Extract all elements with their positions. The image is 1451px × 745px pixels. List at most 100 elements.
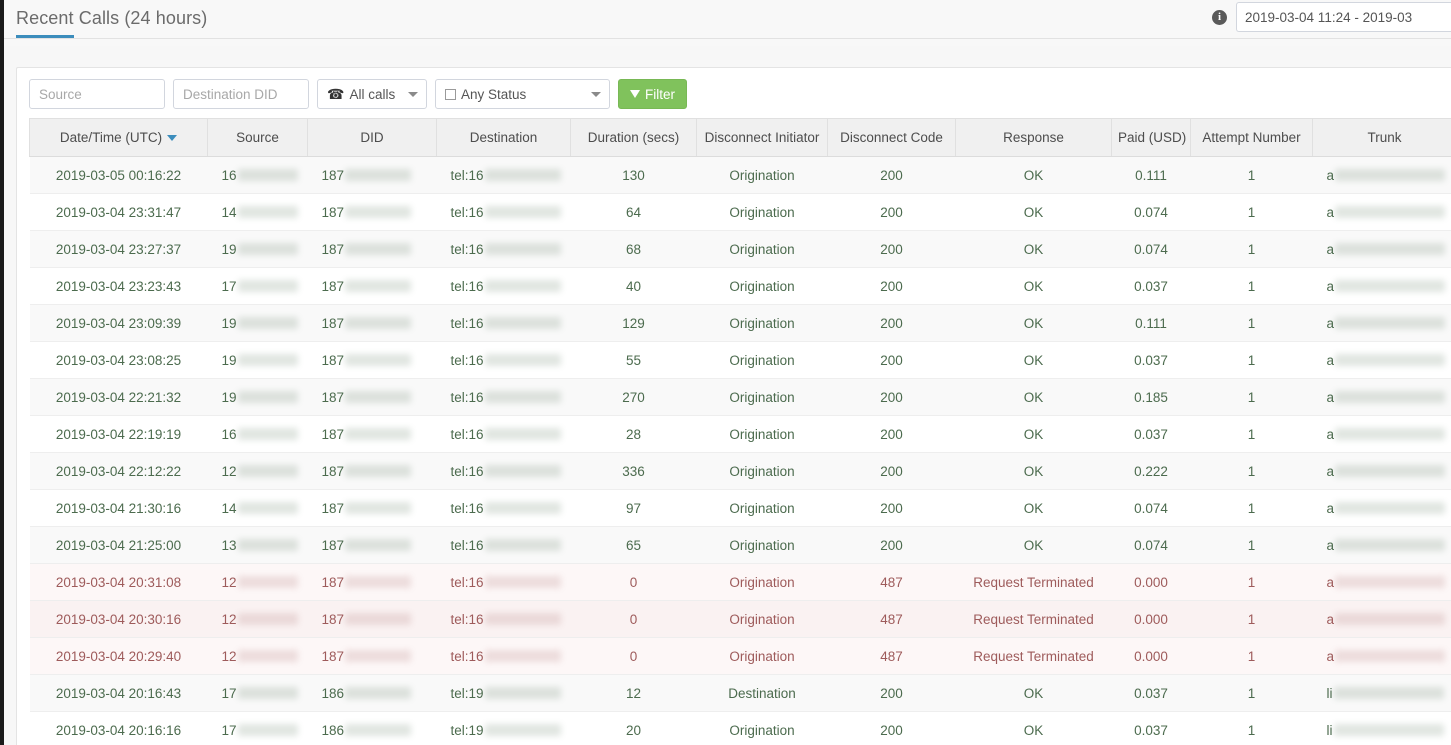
cell-destination: tel:16 (436, 341, 571, 379)
table-row[interactable]: 2019-03-04 23:08:25 19 187 tel:16 55 Originat… (29, 341, 1451, 379)
cell-trunk: li (1312, 711, 1451, 745)
table-row[interactable]: 2019-03-04 20:31:08 12 187 tel:16 0 Originati… (29, 563, 1451, 601)
cell-source: 17 (207, 674, 308, 712)
table-row[interactable]: 2019-03-04 23:09:39 19 187 tel:16 129 Origina… (29, 304, 1451, 342)
cell-destination: tel:16 (436, 637, 571, 675)
redacted-value (237, 576, 298, 588)
filter-button[interactable]: Filter (618, 79, 687, 109)
cell-response: Request Terminated (955, 600, 1112, 638)
cell-datetime: 2019-03-04 23:27:37 (29, 230, 208, 268)
cell-duration: 65 (570, 526, 697, 564)
column-header-paid[interactable]: Paid (USD) (1111, 118, 1191, 157)
info-icon[interactable]: i (1212, 9, 1227, 25)
table-row[interactable]: 2019-03-04 20:29:40 12 187 tel:16 0 Originati… (29, 637, 1451, 675)
redacted-value (484, 317, 561, 329)
cell-trunk: a (1312, 341, 1451, 379)
redacted-value (345, 465, 412, 477)
cell-disconnect-code: 200 (827, 193, 956, 231)
calls-table-scroll[interactable]: Date/Time (UTC) Source DID Destination D… (29, 118, 1451, 745)
cell-did: 187 (307, 415, 437, 453)
redacted-value (237, 206, 298, 218)
table-header: Date/Time (UTC) Source DID Destination D… (29, 118, 1451, 157)
status-checkbox[interactable] (445, 88, 456, 100)
cell-attempt-number: 1 (1190, 193, 1313, 231)
cell-response: Request Terminated (955, 563, 1112, 601)
column-header-destination[interactable]: Destination (436, 118, 571, 157)
cell-disconnect-code: 200 (827, 341, 956, 379)
call-type-select[interactable]: ☎ All calls (317, 79, 427, 109)
cell-did: 187 (307, 526, 437, 564)
cell-did: 187 (307, 637, 437, 675)
table-row[interactable]: 2019-03-04 20:30:16 12 187 tel:16 0 Originati… (29, 600, 1451, 638)
cell-paid: 0.037 (1111, 341, 1191, 379)
table-row[interactable]: 2019-03-04 23:27:37 19 187 tel:16 68 Originat… (29, 230, 1451, 268)
filter-button-label: Filter (645, 86, 675, 102)
cell-duration: 0 (570, 637, 697, 675)
cell-disconnect-initiator: Origination (696, 600, 828, 638)
destination-did-input[interactable] (173, 79, 309, 109)
redacted-value (237, 650, 298, 662)
cell-response: OK (955, 267, 1112, 305)
redacted-value (1335, 428, 1446, 440)
cell-source: 16 (207, 156, 308, 194)
cell-destination: tel:16 (436, 230, 571, 268)
cell-datetime: 2019-03-04 20:16:43 (29, 674, 208, 712)
table-row[interactable]: 2019-03-04 20:16:43 17 186 tel:19 12 Destinat… (29, 674, 1451, 712)
cell-datetime: 2019-03-04 21:30:16 (29, 489, 208, 527)
cell-datetime: 2019-03-04 22:19:19 (29, 415, 208, 453)
cell-paid: 0.074 (1111, 526, 1191, 564)
cell-duration: 68 (570, 230, 697, 268)
cell-disconnect-initiator: Origination (696, 267, 828, 305)
column-header-disconnect-initiator[interactable]: Disconnect Initiator (696, 118, 828, 157)
table-row[interactable]: 2019-03-05 00:16:22 16 187 tel:16 130 Origina… (29, 156, 1451, 194)
column-header-attempt-number[interactable]: Attempt Number (1190, 118, 1313, 157)
column-header-source[interactable]: Source (207, 118, 308, 157)
redacted-value (237, 391, 298, 403)
column-header-did[interactable]: DID (307, 118, 437, 157)
table-row[interactable]: 2019-03-04 21:25:00 13 187 tel:16 65 Originat… (29, 526, 1451, 564)
redacted-value (484, 169, 561, 181)
cell-paid: 0.111 (1111, 156, 1191, 194)
redacted-value (237, 465, 298, 477)
column-header-response[interactable]: Response (955, 118, 1112, 157)
cell-trunk: a (1312, 526, 1451, 564)
redacted-value (484, 576, 561, 588)
cell-datetime: 2019-03-04 23:23:43 (29, 267, 208, 305)
redacted-value (1333, 724, 1444, 736)
cell-attempt-number: 1 (1190, 267, 1313, 305)
table-row[interactable]: 2019-03-04 21:30:16 14 187 tel:16 97 Originat… (29, 489, 1451, 527)
source-input[interactable] (29, 79, 165, 109)
cell-duration: 0 (570, 563, 697, 601)
redacted-value (484, 354, 561, 366)
table-row[interactable]: 2019-03-04 23:23:43 17 187 tel:16 40 Originat… (29, 267, 1451, 305)
cell-disconnect-code: 200 (827, 489, 956, 527)
cell-response: OK (955, 674, 1112, 712)
cell-disconnect-code: 487 (827, 637, 956, 675)
cell-disconnect-initiator: Origination (696, 526, 828, 564)
cell-destination: tel:16 (436, 415, 571, 453)
column-header-datetime[interactable]: Date/Time (UTC) (29, 118, 208, 157)
date-range-input[interactable]: 2019-03-04 11:24 - 2019-03 (1236, 2, 1451, 32)
status-select[interactable]: Any Status (435, 79, 610, 109)
redacted-value (484, 724, 561, 736)
cell-duration: 97 (570, 489, 697, 527)
table-row[interactable]: 2019-03-04 22:21:32 19 187 tel:16 270 Origina… (29, 378, 1451, 416)
redacted-value (484, 206, 561, 218)
cell-destination: tel:16 (436, 267, 571, 305)
cell-disconnect-code: 200 (827, 415, 956, 453)
cell-attempt-number: 1 (1190, 711, 1313, 745)
table-row[interactable]: 2019-03-04 22:19:19 16 187 tel:16 28 Originat… (29, 415, 1451, 453)
table-row[interactable]: 2019-03-04 23:31:47 14 187 tel:16 64 Originat… (29, 193, 1451, 231)
cell-datetime: 2019-03-05 00:16:22 (29, 156, 208, 194)
cell-trunk: a (1312, 637, 1451, 675)
redacted-value (345, 391, 412, 403)
cell-trunk: a (1312, 563, 1451, 601)
table-row[interactable]: 2019-03-04 20:16:16 17 186 tel:19 20 Originat… (29, 711, 1451, 745)
redacted-value (237, 539, 298, 551)
cell-source: 14 (207, 489, 308, 527)
column-header-duration[interactable]: Duration (secs) (570, 118, 697, 157)
cell-disconnect-initiator: Origination (696, 341, 828, 379)
column-header-trunk[interactable]: Trunk (1312, 118, 1451, 157)
column-header-disconnect-code[interactable]: Disconnect Code (827, 118, 956, 157)
table-row[interactable]: 2019-03-04 22:12:22 12 187 tel:16 336 Origina… (29, 452, 1451, 490)
